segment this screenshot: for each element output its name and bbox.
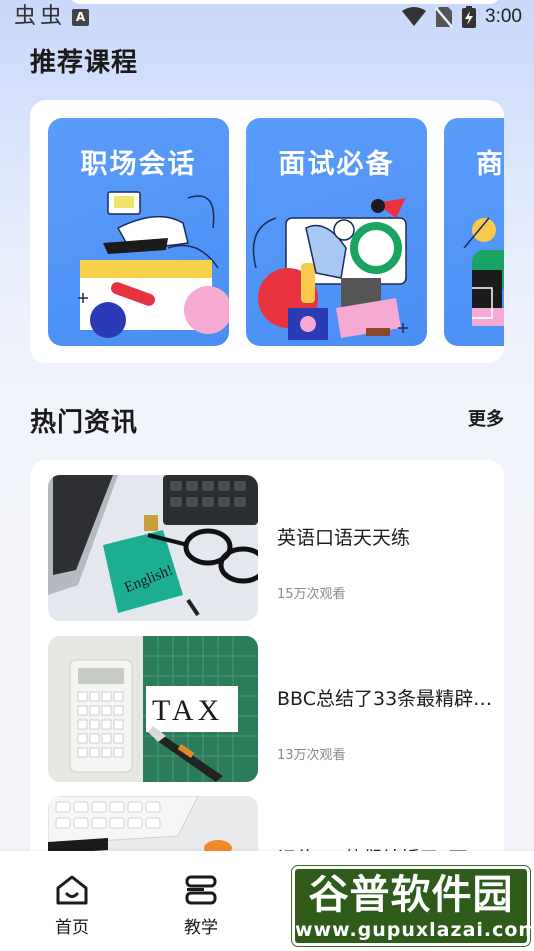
news-item[interactable]: TAX BBC总结了33条最精辟… 13万次观看: [48, 636, 492, 782]
battery-charging-icon: [462, 6, 477, 28]
course-card-workplace[interactable]: 职场会话: [48, 118, 229, 346]
top-search-pill[interactable]: [70, 0, 500, 4]
news-view-count: 15万次观看: [277, 587, 346, 602]
status-left-icons: 虫 虫 A: [14, 4, 90, 29]
status-bar: 虫 虫 A 3:00: [0, 0, 534, 36]
tax-text: TAX: [152, 694, 223, 727]
course-card-business[interactable]: 商: [444, 118, 504, 346]
bug-icon: 虫: [40, 4, 63, 29]
news-thumbnail: English!: [48, 475, 258, 621]
course-carousel[interactable]: 职场会话 面试必备 商: [48, 118, 504, 346]
a-notification-icon: A: [72, 8, 90, 26]
status-right-icons: 3:00: [402, 6, 522, 28]
course-illustration: [78, 191, 229, 338]
news-view-count: 13万次观看: [277, 748, 346, 763]
news-thumbnail: TAX: [48, 636, 258, 782]
news-title: BBC总结了33条最精辟…: [277, 688, 493, 710]
wifi-icon: [402, 7, 427, 26]
course-panel: 职场会话 面试必备 商: [30, 100, 504, 363]
news-item[interactable]: English! 英语口语天天练 15万次观看: [48, 475, 488, 621]
course-card-title: 商: [476, 149, 504, 180]
clock-time: 3:00: [485, 6, 522, 27]
bug-icon: 虫: [14, 4, 37, 29]
course-card-title: 面试必备: [278, 149, 395, 180]
news-panel: English! 英语口语天天练 15万次观看 TAX BBC总结了33条最精辟…: [30, 460, 504, 880]
section-title-courses: 推荐课程: [30, 48, 139, 78]
course-card-interview[interactable]: 面试必备: [246, 118, 427, 346]
course-card-title: 职场会话: [80, 149, 197, 180]
more-link[interactable]: 更多: [468, 405, 504, 431]
nav-item-teaching[interactable]: 教学: [171, 871, 231, 938]
section-title-news: 热门资讯: [30, 408, 139, 438]
teaching-icon: [185, 875, 217, 905]
no-sim-icon: [435, 7, 453, 28]
course-illustration: [463, 217, 504, 326]
watermark-url-text: www.gupuxlazai.com: [295, 919, 534, 941]
watermark-main-text: 谷普软件园: [308, 872, 514, 918]
home-icon: [56, 875, 88, 905]
news-title: 英语口语天天练: [277, 527, 411, 549]
nav-label: 首页: [55, 918, 89, 938]
nav-label: 教学: [184, 918, 218, 938]
course-illustration: [252, 198, 408, 340]
watermark-logo: 谷普软件园 www.gupuxlazai.com: [292, 866, 534, 946]
nav-item-home[interactable]: 首页: [42, 871, 102, 938]
